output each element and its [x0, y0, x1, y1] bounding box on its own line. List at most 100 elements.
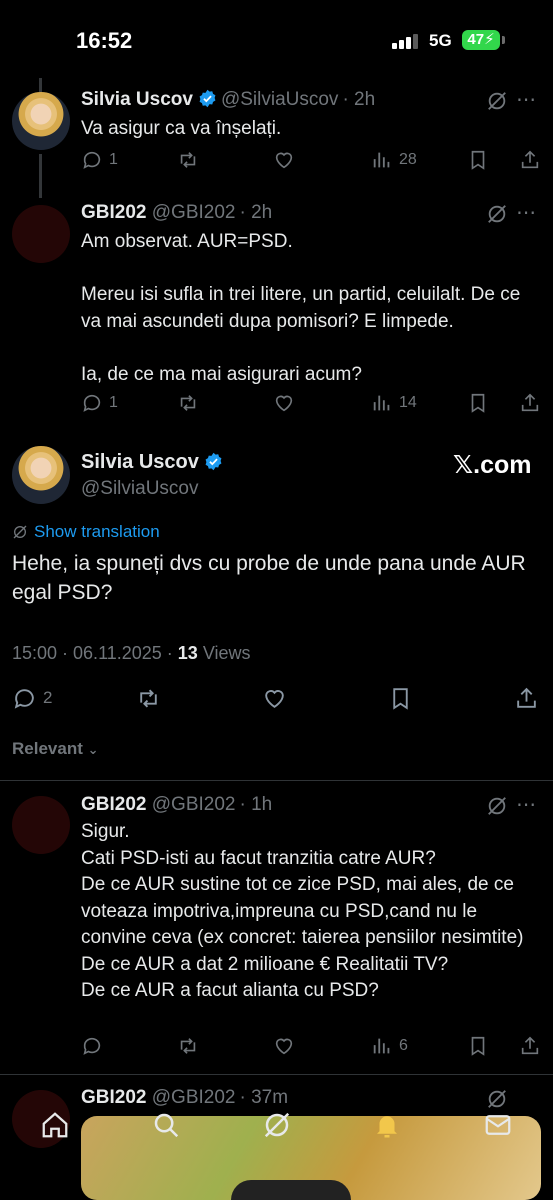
divider: [0, 1074, 553, 1075]
reply-icon: [14, 688, 34, 709]
messages-icon[interactable]: [483, 1110, 513, 1140]
like-button[interactable]: [273, 390, 295, 416]
retweet-button[interactable]: [177, 147, 199, 173]
heart-icon: [275, 395, 293, 412]
tweet-text: Va asigur ca va înșelați.: [81, 118, 282, 139]
tweet-time: · 2h: [239, 202, 273, 223]
avatar[interactable]: [12, 92, 70, 150]
search-icon[interactable]: [151, 1110, 181, 1140]
like-button[interactable]: [273, 1033, 295, 1059]
main-author-name[interactable]: Silvia Uscov: [81, 451, 227, 474]
heart-icon: [265, 689, 284, 708]
show-translation-link[interactable]: Show translation: [12, 522, 160, 542]
share-button[interactable]: [519, 390, 541, 416]
status-time: 16:52: [76, 28, 133, 53]
reply-button[interactable]: [81, 1033, 103, 1059]
bookmark-button[interactable]: [388, 684, 413, 712]
views-button[interactable]: 14: [371, 390, 417, 416]
xcom-watermark: 𝕏.com: [453, 451, 532, 479]
share-button[interactable]: [519, 147, 541, 173]
author-handle[interactable]: @GBI202: [152, 202, 236, 223]
network-type: 5G: [429, 31, 452, 50]
bottom-nav: [0, 1100, 553, 1200]
bookmark-icon: [471, 1036, 485, 1056]
main-author-handle[interactable]: @SilviaUscov: [81, 478, 198, 500]
main-tweet-text: Hehe, ia spuneți dvs cu probe de unde pa…: [12, 552, 526, 604]
views-label: Views: [197, 643, 251, 663]
author-name[interactable]: GBI202: [81, 202, 146, 223]
share-icon: [521, 393, 539, 412]
reply-icon: [83, 1037, 101, 1055]
sort-selector[interactable]: Relevant ⌄: [12, 739, 99, 759]
retweet-button[interactable]: [177, 390, 199, 416]
author-name[interactable]: Silvia Uscov: [81, 89, 193, 110]
retweet-icon: [140, 689, 157, 707]
tweet-header: Silvia Uscov @SilviaUscov · 2h: [81, 89, 375, 111]
like-button[interactable]: [262, 684, 287, 712]
author-name[interactable]: GBI202: [81, 794, 146, 815]
tweet-time: · 1h: [239, 794, 273, 815]
views-count: 13: [177, 643, 198, 663]
views-icon: [373, 395, 390, 411]
grok-icon[interactable]: [262, 1110, 292, 1140]
share-icon: [517, 687, 536, 708]
status-bar: 16:52 5G 47⚡: [0, 0, 553, 78]
main-tweet-meta: 15:00 · 06.11.2025 · 13 Views: [12, 643, 251, 664]
reply-button[interactable]: 1: [81, 390, 118, 416]
tweet-time: · 2h: [342, 89, 376, 110]
views-button[interactable]: 6: [371, 1033, 408, 1059]
tweet-actions: 1 28: [81, 147, 541, 173]
bookmark-button[interactable]: [467, 147, 489, 173]
heart-icon: [275, 1038, 293, 1055]
avatar[interactable]: [12, 205, 70, 263]
tweet-header: GBI202 @GBI202 · 1h: [81, 794, 272, 816]
more-options-icon[interactable]: ⋯: [516, 87, 537, 112]
verified-badge-icon: [199, 89, 216, 108]
chevron-down-icon: ⌄: [87, 742, 99, 757]
main-tweet-actions: 2: [12, 684, 542, 712]
views-button[interactable]: 28: [371, 147, 417, 173]
reply-icon: [83, 151, 101, 169]
reply-icon: [83, 394, 101, 412]
retweet-icon: [180, 1038, 196, 1054]
avatar[interactable]: [12, 796, 70, 854]
signal-icon: [392, 33, 422, 49]
share-icon: [521, 1036, 539, 1055]
retweet-button[interactable]: [136, 684, 161, 712]
tweet-actions: 1 14: [81, 390, 541, 416]
bookmark-icon: [471, 150, 485, 170]
grok-icon[interactable]: [486, 795, 508, 817]
grok-icon[interactable]: [486, 90, 508, 112]
author-handle[interactable]: @GBI202: [152, 794, 236, 815]
verified-badge-icon: [205, 452, 222, 471]
tweet-actions: 6: [81, 1033, 541, 1059]
retweet-icon: [180, 395, 196, 411]
avatar[interactable]: [12, 446, 70, 504]
share-button[interactable]: [519, 1033, 541, 1059]
share-button[interactable]: [514, 684, 539, 712]
tweet-text: Am observat. AUR=PSD. Mereu isi sufla in…: [81, 231, 521, 385]
tweet-text: Sigur. Cati PSD-isti au facut tranzitia …: [81, 821, 524, 1001]
thread-line: [39, 154, 42, 198]
home-icon[interactable]: [40, 1110, 70, 1140]
bookmark-icon: [471, 393, 485, 413]
like-button[interactable]: [273, 147, 295, 173]
battery-tip: [502, 36, 505, 44]
notifications-icon[interactable]: [372, 1110, 402, 1140]
divider: [0, 780, 553, 781]
more-options-icon[interactable]: ⋯: [516, 792, 537, 817]
more-options-icon[interactable]: ⋯: [516, 200, 537, 225]
bookmark-button[interactable]: [467, 1033, 489, 1059]
retweet-button[interactable]: [177, 1033, 199, 1059]
reply-button[interactable]: 1: [81, 147, 118, 173]
share-icon: [521, 150, 539, 169]
bookmark-icon: [393, 687, 408, 710]
battery-indicator: 47⚡: [462, 30, 500, 50]
bookmark-button[interactable]: [467, 390, 489, 416]
heart-icon: [275, 152, 293, 169]
reply-button[interactable]: 2: [12, 684, 52, 712]
tweet-header: GBI202 @GBI202 · 2h: [81, 202, 272, 224]
views-icon: [373, 1038, 390, 1054]
grok-icon[interactable]: [486, 203, 508, 225]
author-handle[interactable]: @SilviaUscov: [221, 89, 338, 110]
